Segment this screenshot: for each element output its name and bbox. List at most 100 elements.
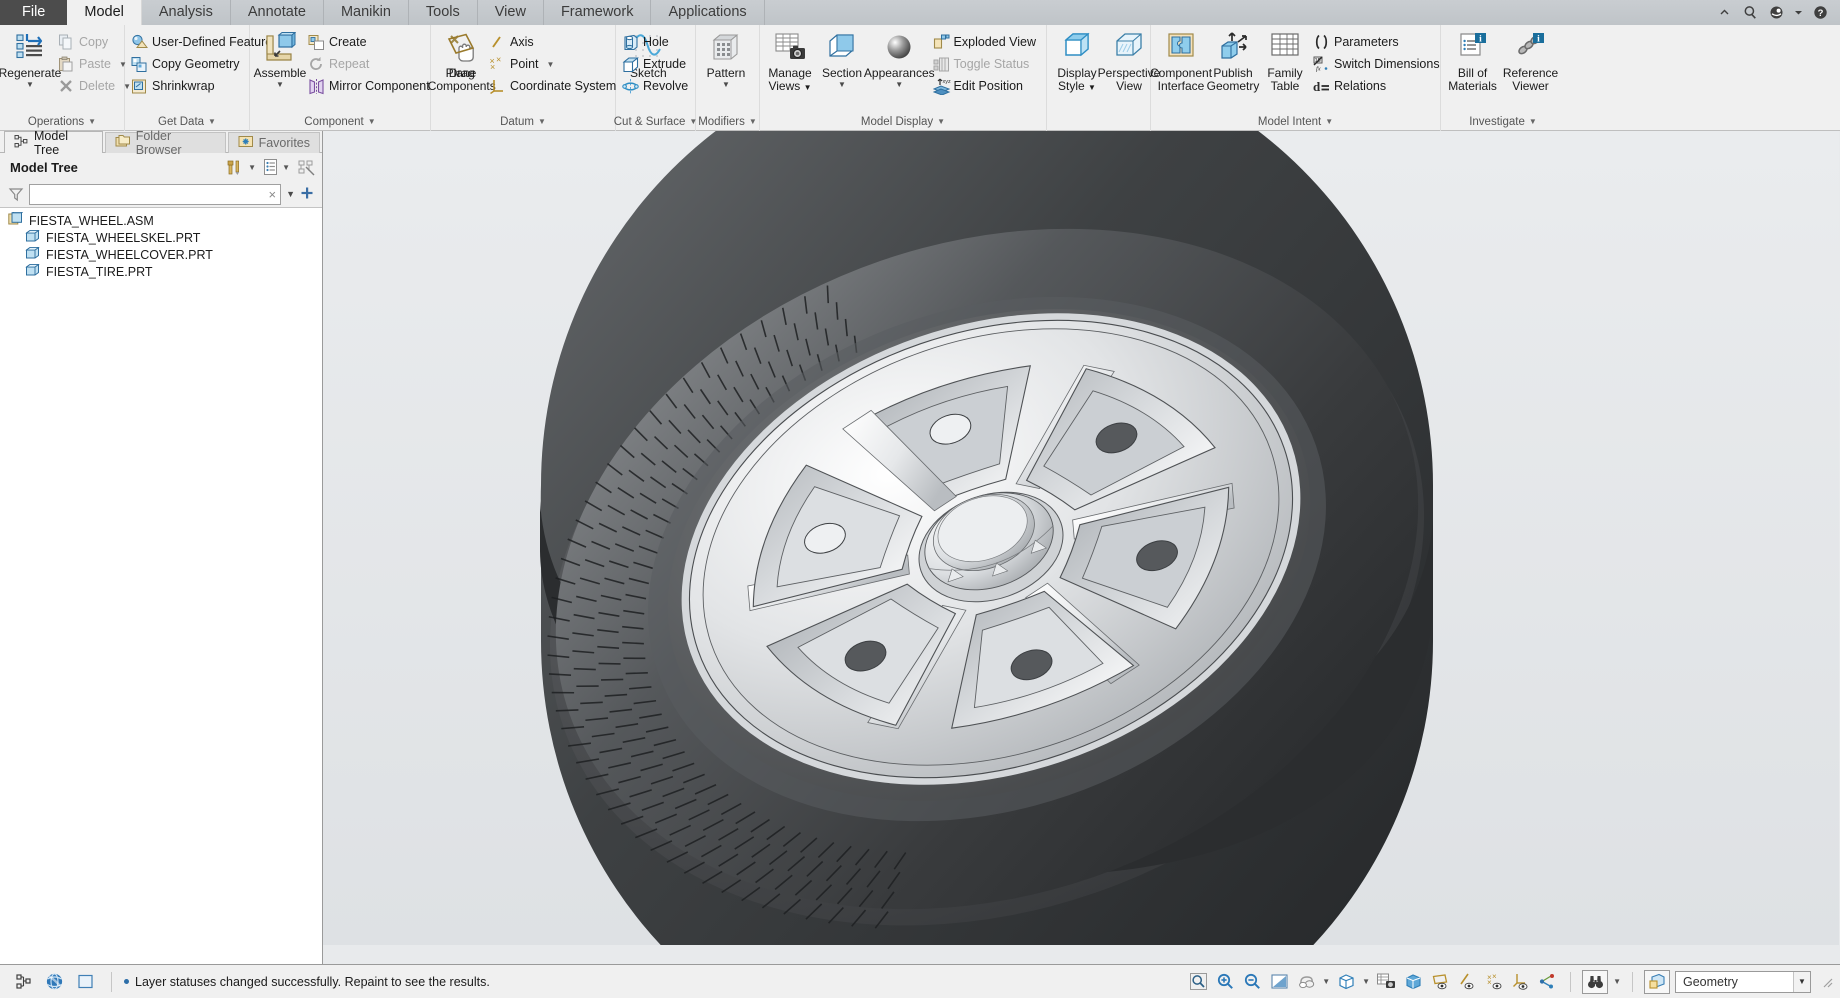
button-revolve[interactable]: Revolve bbox=[620, 75, 694, 97]
perspective-toggle-icon[interactable] bbox=[1402, 971, 1424, 993]
button-appearances[interactable]: Appearances ▼ bbox=[864, 29, 935, 89]
ribbon-group-label-component[interactable]: Component ▼ bbox=[250, 112, 431, 131]
button-parameters[interactable]: Parameters bbox=[1311, 31, 1446, 53]
tab-file[interactable]: File bbox=[0, 0, 68, 25]
group-expand-icon[interactable]: ▼ bbox=[88, 117, 96, 126]
button-edit-position[interactable]: xyz Edit Position bbox=[931, 75, 1042, 97]
button-axis[interactable]: Axis bbox=[487, 31, 622, 53]
zoom-in-icon[interactable] bbox=[1214, 971, 1236, 993]
ribbon-dropdown-arrow[interactable]: ▼ bbox=[895, 81, 903, 89]
tab-model[interactable]: Model bbox=[67, 0, 142, 25]
help-dropdown-icon[interactable] bbox=[1794, 4, 1803, 21]
ribbon-group-label-cut-surface[interactable]: Cut & Surface ▼ bbox=[614, 112, 697, 131]
model-tree-toggle-icon[interactable] bbox=[12, 971, 34, 993]
settings-tools-icon[interactable] bbox=[226, 158, 245, 177]
model-tree-search-input[interactable]: × bbox=[29, 183, 282, 205]
display-dropdown-icon[interactable]: ▼ bbox=[282, 163, 290, 172]
ribbon-dropdown-arrow[interactable]: ▼ bbox=[26, 81, 34, 89]
tab-framework[interactable]: Framework bbox=[544, 0, 652, 25]
tab-manikin[interactable]: Manikin bbox=[324, 0, 409, 25]
button-perspective-view[interactable]: Perspective View bbox=[1098, 29, 1160, 93]
clear-search-icon[interactable]: × bbox=[264, 187, 276, 202]
repaint-icon[interactable] bbox=[1268, 971, 1290, 993]
filter-dropdown-icon[interactable]: ▼ bbox=[286, 189, 295, 199]
navigator-tab-favorites[interactable]: Favorites bbox=[227, 132, 320, 153]
button-component-interface[interactable]: Component Interface bbox=[1150, 29, 1212, 93]
button-create[interactable]: Create bbox=[306, 31, 436, 53]
button-switch-dimensions[interactable]: 15 fx Switch Dimensions bbox=[1311, 53, 1446, 75]
button-regenerate[interactable]: Regenerate ▼ bbox=[0, 29, 61, 89]
group-expand-icon[interactable]: ▼ bbox=[749, 117, 757, 126]
view-manager-icon[interactable] bbox=[1375, 971, 1397, 993]
ribbon-group-label-model-intent[interactable]: Model Intent ▼ bbox=[1151, 112, 1441, 131]
datum-point-display-icon[interactable]: × × × bbox=[1483, 971, 1505, 993]
datum-axis-display-icon[interactable] bbox=[1456, 971, 1478, 993]
button-manage-views[interactable]: Manage Views ▼ bbox=[764, 29, 816, 94]
graphics-viewport[interactable] bbox=[323, 131, 1840, 964]
button-toggle-status[interactable]: Toggle Status bbox=[931, 53, 1042, 75]
spin-center-icon[interactable] bbox=[1295, 971, 1317, 993]
button-family-table[interactable]: Family Table bbox=[1259, 29, 1311, 93]
button-point[interactable]: × × × Point ▼ bbox=[487, 53, 622, 75]
model-tree-node[interactable]: FIESTA_WHEEL.ASM bbox=[0, 211, 322, 229]
tab-tools[interactable]: Tools bbox=[409, 0, 478, 25]
datum-plane-display-icon[interactable] bbox=[1429, 971, 1451, 993]
tab-annotate[interactable]: Annotate bbox=[231, 0, 324, 25]
model-tree-node[interactable]: FIESTA_WHEELSKEL.PRT bbox=[0, 229, 322, 246]
selection-filter-icon[interactable] bbox=[1644, 969, 1670, 994]
refit-zoom-icon[interactable] bbox=[1187, 971, 1209, 993]
ribbon-dropdown-arrow[interactable]: ▼ bbox=[722, 81, 730, 89]
selection-filter-select[interactable]: Geometry ▼ bbox=[1675, 970, 1811, 993]
tab-analysis[interactable]: Analysis bbox=[142, 0, 231, 25]
spin-center-dropdown-icon[interactable]: ▼ bbox=[1322, 977, 1330, 986]
tab-view[interactable]: View bbox=[478, 0, 544, 25]
model-tree-list[interactable]: FIESTA_WHEEL.ASM FIESTA_WHEELSKEL.PRT FI… bbox=[0, 207, 322, 964]
tab-applications[interactable]: Applications bbox=[651, 0, 765, 25]
button-pattern[interactable]: Pattern ▼ bbox=[700, 29, 752, 89]
tree-filters-icon[interactable] bbox=[298, 159, 316, 176]
button-exploded-view[interactable]: Exploded View bbox=[931, 31, 1042, 53]
resize-grip[interactable] bbox=[1820, 975, 1834, 989]
search-icon[interactable] bbox=[1742, 4, 1759, 21]
button-display-style[interactable]: Display Style ▼ bbox=[1051, 29, 1103, 94]
window-pane-icon[interactable] bbox=[74, 971, 96, 993]
settings-dropdown-icon[interactable]: ▼ bbox=[248, 163, 256, 172]
model-tree-node[interactable]: FIESTA_WHEELCOVER.PRT bbox=[0, 246, 322, 263]
group-expand-icon[interactable]: ▼ bbox=[1325, 117, 1333, 126]
button-publish-geometry[interactable]: Publish Geometry bbox=[1207, 29, 1259, 93]
button-assemble[interactable]: Assemble ▼ bbox=[254, 29, 306, 89]
collapse-ribbon-icon[interactable] bbox=[1716, 4, 1733, 21]
group-expand-icon[interactable]: ▼ bbox=[937, 117, 945, 126]
button-mirror-component[interactable]: Mirror Component bbox=[306, 75, 436, 97]
search-dropdown-icon[interactable]: ▼ bbox=[1613, 977, 1621, 986]
ribbon-dropdown-arrow[interactable]: ▼ bbox=[547, 60, 555, 69]
ribbon-group-label-investigate[interactable]: Investigate ▼ bbox=[1441, 112, 1565, 131]
help-face-icon[interactable] bbox=[1768, 4, 1785, 21]
ribbon-group-label-datum[interactable]: Datum ▼ bbox=[431, 112, 616, 131]
add-filter-icon[interactable] bbox=[300, 186, 314, 202]
ribbon-group-label-modifiers[interactable]: Modifiers ▼ bbox=[696, 112, 760, 131]
button-section[interactable]: Section ▼ bbox=[816, 29, 868, 89]
navigator-tab-folder-browser[interactable]: Folder Browser bbox=[104, 129, 226, 157]
web-browser-icon[interactable] bbox=[43, 971, 65, 993]
annotation-display-icon[interactable] bbox=[1537, 971, 1559, 993]
ribbon-dropdown-arrow[interactable]: ▼ bbox=[838, 81, 846, 89]
button-hole[interactable]: Hole bbox=[620, 31, 694, 53]
selection-filter-dropdown-icon[interactable]: ▼ bbox=[1793, 971, 1810, 992]
navigator-tab-model-tree[interactable]: Model Tree bbox=[4, 129, 103, 157]
saved-orientations-icon[interactable] bbox=[1335, 971, 1357, 993]
search-binoculars-icon[interactable] bbox=[1582, 969, 1609, 994]
zoom-out-icon[interactable] bbox=[1241, 971, 1263, 993]
ribbon-dropdown-arrow[interactable]: ▼ bbox=[276, 81, 284, 89]
model-tree-node[interactable]: FIESTA_TIRE.PRT bbox=[0, 263, 322, 280]
button-relations[interactable]: d Relations bbox=[1311, 75, 1446, 97]
model-tree-search-field[interactable] bbox=[36, 185, 265, 203]
button-plane[interactable]: Plane bbox=[435, 29, 487, 80]
csys-display-icon[interactable] bbox=[1510, 971, 1532, 993]
button-coordinate-system[interactable]: Coordinate System bbox=[487, 75, 622, 97]
wheel-assembly-model[interactable] bbox=[323, 131, 1839, 945]
button-reference-viewer[interactable]: i Reference Viewer bbox=[1500, 29, 1561, 93]
group-expand-icon[interactable]: ▼ bbox=[538, 117, 546, 126]
display-list-icon[interactable] bbox=[262, 158, 279, 176]
button-extrude[interactable]: Extrude bbox=[620, 53, 694, 75]
